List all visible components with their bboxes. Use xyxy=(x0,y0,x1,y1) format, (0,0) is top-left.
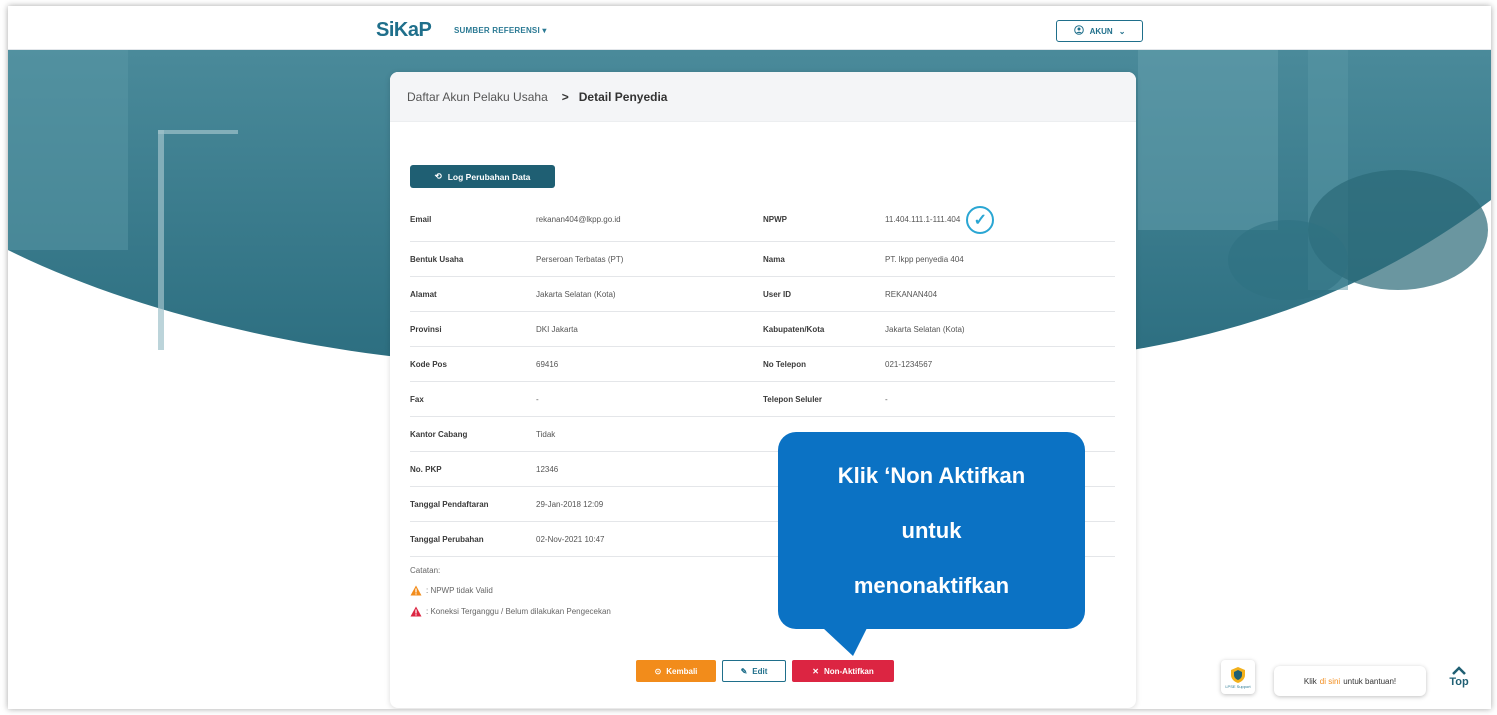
chevron-down-icon: ⌄ xyxy=(1118,26,1126,36)
action-buttons: ⊙ Kembali ✎ Edit ✕ Non-Aktifkan xyxy=(636,660,894,682)
note-item: : Koneksi Terganggu / Belum dilakukan Pe… xyxy=(410,606,611,617)
field-label: Provinsi xyxy=(410,324,442,334)
notes-title: Catatan: xyxy=(410,566,441,575)
chevron-up-icon xyxy=(1452,666,1466,675)
kembali-button[interactable]: ⊙ Kembali xyxy=(636,660,716,682)
field-label: No Telepon xyxy=(763,359,806,369)
help-link[interactable]: di sini xyxy=(1320,677,1340,686)
note-text: : Koneksi Terganggu / Belum dilakukan Pe… xyxy=(426,607,611,616)
help-prefix: Klik xyxy=(1303,676,1317,686)
field-label: Telepon Seluler xyxy=(763,394,822,404)
top-navbar: SiKaP SUMBER REFERENSI ▾ AKUN ⌄ xyxy=(8,6,1491,50)
breadcrumb: Daftar Akun Pelaku Usaha > Detail Penyed… xyxy=(390,72,1136,122)
callout-line: menonaktifkan xyxy=(853,572,1010,598)
account-button[interactable]: AKUN ⌄ xyxy=(1056,20,1143,42)
field-label: No. PKP xyxy=(410,464,442,474)
notes-section: Catatan: : NPWP tidak Valid : Koneksi Te… xyxy=(410,566,611,627)
field-value: PT. lkpp penyedia 404 xyxy=(885,254,964,264)
field-label: Email xyxy=(410,215,432,224)
field-label: Kode Pos xyxy=(410,359,447,369)
edit-icon: ✎ xyxy=(740,666,748,676)
log-button-label: Log Perubahan Data xyxy=(447,171,531,182)
field-label: Kabupaten/Kota xyxy=(763,324,825,334)
npwp-value: 11.404.111.1-111.404 xyxy=(885,215,961,224)
field-value: 69416 xyxy=(536,359,559,369)
account-label: AKUN xyxy=(1089,26,1113,36)
lpse-support-icon[interactable]: LPSE Support xyxy=(1221,660,1255,694)
field-label: NPWP xyxy=(763,215,787,224)
support-label: LPSE Support xyxy=(1225,683,1251,689)
table-row: Alamat Jakarta Selatan (Kota) User ID RE… xyxy=(410,277,1115,312)
field-value: REKANAN404 xyxy=(885,289,938,299)
user-circle-icon xyxy=(1073,25,1084,37)
table-row: Bentuk Usaha Perseroan Terbatas (PT) Nam… xyxy=(410,242,1115,277)
support-shield-icon xyxy=(1231,666,1245,683)
note-text: : NPWP tidak Valid xyxy=(426,586,493,595)
field-value: DKI Jakarta xyxy=(536,324,578,334)
callout-line: untuk xyxy=(901,517,962,543)
table-row: Kode Pos 69416 No Telepon 021-1234567 xyxy=(410,347,1115,382)
field-label: Tanggal Pendaftaran xyxy=(410,499,489,509)
breadcrumb-current: Detail Penyedia xyxy=(578,89,668,104)
non-aktifkan-button[interactable]: ✕ Non-Aktifkan xyxy=(792,660,894,682)
back-to-top-button[interactable]: Top xyxy=(1444,666,1474,702)
field-value: - xyxy=(885,394,888,404)
field-value: Tidak xyxy=(536,429,556,439)
check-circle-icon: ✓ xyxy=(966,205,995,234)
log-perubahan-button[interactable]: ⟲ Log Perubahan Data xyxy=(410,165,555,188)
table-row: Email rekanan404@lkpp.go.id NPWP 11.404.… xyxy=(410,198,1115,242)
field-label: Nama xyxy=(763,254,785,264)
field-label: Kantor Cabang xyxy=(410,429,468,439)
sikap-logo[interactable]: SiKaP xyxy=(376,19,432,42)
field-label: Alamat xyxy=(410,289,437,299)
callout-line: Klik ‘Non Aktifkan xyxy=(837,462,1026,488)
field-value: Jakarta Selatan (Kota) xyxy=(536,289,616,299)
browser-frame: SiKaP SUMBER REFERENSI ▾ AKUN ⌄ Daftar A… xyxy=(8,6,1491,709)
note-item: : NPWP tidak Valid xyxy=(410,585,611,596)
field-value: 02-Nov-2021 10:47 xyxy=(536,534,605,544)
field-label: Bentuk Usaha xyxy=(410,254,464,264)
history-icon: ⟲ xyxy=(434,171,442,181)
table-row: Provinsi DKI Jakarta Kabupaten/Kota Jaka… xyxy=(410,312,1115,347)
breadcrumb-separator: > xyxy=(561,89,569,104)
field-value: 12346 xyxy=(536,464,559,474)
field-value: Perseroan Terbatas (PT) xyxy=(536,254,624,264)
warning-red-icon xyxy=(410,606,422,617)
edit-label: Edit xyxy=(752,666,768,676)
edit-button[interactable]: ✎ Edit xyxy=(722,660,786,682)
back-circle-icon: ⊙ xyxy=(654,666,662,676)
callout-pointer xyxy=(823,628,867,656)
breadcrumb-parent[interactable]: Daftar Akun Pelaku Usaha xyxy=(407,90,548,104)
instruction-callout: Klik ‘Non Aktifkan untuk menonaktifkan xyxy=(778,432,1085,629)
table-row: Fax - Telepon Seluler - xyxy=(410,382,1115,417)
close-icon: ✕ xyxy=(812,666,819,676)
field-value: 021-1234567 xyxy=(885,359,933,369)
help-bubble[interactable]: Klik di sini untuk bantuan! xyxy=(1274,666,1426,696)
page: SiKaP SUMBER REFERENSI ▾ AKUN ⌄ Daftar A… xyxy=(0,0,1497,715)
caret-down-icon: ▾ xyxy=(542,26,547,35)
sumber-referensi-menu[interactable]: SUMBER REFERENSI ▾ xyxy=(454,26,547,35)
field-value: 29-Jan-2018 12:09 xyxy=(536,499,604,509)
warning-orange-icon xyxy=(410,585,422,596)
field-label: Tanggal Perubahan xyxy=(410,534,484,544)
field-value: rekanan404@lkpp.go.id xyxy=(536,215,621,224)
help-suffix: untuk bantuan! xyxy=(1343,676,1397,686)
field-value: 11.404.111.1-111.404 ✓ xyxy=(885,205,1115,234)
field-value: - xyxy=(536,394,539,404)
kembali-label: Kembali xyxy=(666,666,698,676)
field-value: Jakarta Selatan (Kota) xyxy=(885,324,965,334)
field-label: Fax xyxy=(410,394,424,404)
non-aktifkan-label: Non-Aktifkan xyxy=(823,666,874,676)
field-label: User ID xyxy=(763,289,792,299)
top-label: Top xyxy=(1449,676,1469,688)
